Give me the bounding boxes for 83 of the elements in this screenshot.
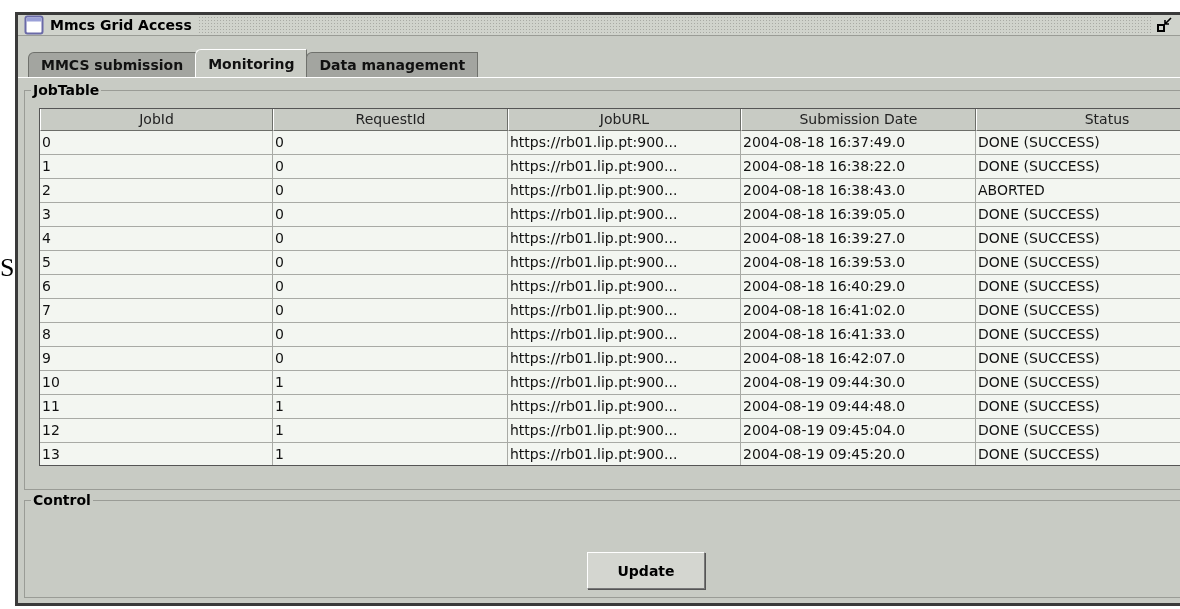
column-header[interactable]: JobURL bbox=[508, 109, 741, 131]
table-cell: 2004-08-18 16:41:33.0 bbox=[741, 323, 976, 347]
column-header[interactable]: Submission Date bbox=[741, 109, 976, 131]
table-cell: 1 bbox=[273, 419, 508, 443]
column-header[interactable]: Status bbox=[976, 109, 1180, 131]
tab[interactable]: Monitoring bbox=[195, 49, 308, 77]
table-cell: 4 bbox=[40, 227, 273, 251]
table-cell: DONE (SUCCESS) bbox=[976, 323, 1180, 347]
table-cell: 2004-08-18 16:38:43.0 bbox=[741, 179, 976, 203]
table-cell: 2004-08-19 09:45:20.0 bbox=[741, 443, 976, 465]
update-button[interactable]: Update bbox=[587, 552, 705, 589]
table-cell: 13 bbox=[40, 443, 273, 465]
table-cell: 12 bbox=[40, 419, 273, 443]
table-cell: https://rb01.lip.pt:900... bbox=[508, 299, 741, 323]
table-cell: 3 bbox=[40, 203, 273, 227]
table-cell: 8 bbox=[40, 323, 273, 347]
table-cell: ABORTED bbox=[976, 179, 1180, 203]
table-cell: https://rb01.lip.pt:900... bbox=[508, 323, 741, 347]
table-cell: 0 bbox=[273, 155, 508, 179]
table-cell: DONE (SUCCESS) bbox=[976, 251, 1180, 275]
table-cell: 1 bbox=[273, 371, 508, 395]
table-cell: 5 bbox=[40, 251, 273, 275]
table-cell: 7 bbox=[40, 299, 273, 323]
table-cell: 11 bbox=[40, 395, 273, 419]
table-cell: DONE (SUCCESS) bbox=[976, 443, 1180, 465]
table-cell: DONE (SUCCESS) bbox=[976, 395, 1180, 419]
table-cell: https://rb01.lip.pt:900... bbox=[508, 275, 741, 299]
table-cell: DONE (SUCCESS) bbox=[976, 419, 1180, 443]
table-cell: 0 bbox=[273, 179, 508, 203]
table-cell: 0 bbox=[273, 131, 508, 155]
table-cell: 2004-08-18 16:39:05.0 bbox=[741, 203, 976, 227]
tab[interactable]: MMCS submission bbox=[28, 52, 197, 77]
table-cell: https://rb01.lip.pt:900... bbox=[508, 251, 741, 275]
table-cell: 2004-08-18 16:39:53.0 bbox=[741, 251, 976, 275]
table-cell: https://rb01.lip.pt:900... bbox=[508, 419, 741, 443]
table-cell: 2004-08-18 16:39:27.0 bbox=[741, 227, 976, 251]
group-title: Control bbox=[32, 492, 92, 508]
column-header[interactable]: RequestId bbox=[273, 109, 508, 131]
table-cell: 2004-08-18 16:41:02.0 bbox=[741, 299, 976, 323]
table-cell: https://rb01.lip.pt:900... bbox=[508, 155, 741, 179]
table-cell: 1 bbox=[273, 443, 508, 465]
background-letter: S bbox=[0, 255, 15, 281]
table-cell: 1 bbox=[273, 395, 508, 419]
table-cell: DONE (SUCCESS) bbox=[976, 227, 1180, 251]
table-cell: 10 bbox=[40, 371, 273, 395]
table-cell: 0 bbox=[273, 203, 508, 227]
window-title: Mmcs Grid Access bbox=[50, 17, 192, 33]
table-cell: https://rb01.lip.pt:900... bbox=[508, 203, 741, 227]
table-cell: 2004-08-18 16:40:29.0 bbox=[741, 275, 976, 299]
tab[interactable]: Data management bbox=[306, 52, 479, 77]
table-cell: https://rb01.lip.pt:900... bbox=[508, 443, 741, 465]
column-header[interactable]: JobId bbox=[40, 109, 273, 131]
table-cell: DONE (SUCCESS) bbox=[976, 131, 1180, 155]
table-cell: https://rb01.lip.pt:900... bbox=[508, 395, 741, 419]
table-cell: 0 bbox=[273, 227, 508, 251]
table-cell: 2004-08-19 09:44:30.0 bbox=[741, 371, 976, 395]
table-cell: DONE (SUCCESS) bbox=[976, 299, 1180, 323]
table-cell: 0 bbox=[273, 251, 508, 275]
group-title: JobTable bbox=[31, 82, 101, 98]
table-cell: https://rb01.lip.pt:900... bbox=[508, 131, 741, 155]
table-cell: https://rb01.lip.pt:900... bbox=[508, 371, 741, 395]
table-cell: 1 bbox=[40, 155, 273, 179]
table-cell: 2004-08-18 16:42:07.0 bbox=[741, 347, 976, 371]
table-cell: DONE (SUCCESS) bbox=[976, 371, 1180, 395]
table-cell: DONE (SUCCESS) bbox=[976, 347, 1180, 371]
table-cell: 0 bbox=[273, 347, 508, 371]
table-cell: 0 bbox=[273, 323, 508, 347]
table-cell: 0 bbox=[273, 275, 508, 299]
table-cell: https://rb01.lip.pt:900... bbox=[508, 347, 741, 371]
table-cell: DONE (SUCCESS) bbox=[976, 155, 1180, 179]
table-cell: 2004-08-18 16:37:49.0 bbox=[741, 131, 976, 155]
table-cell: 9 bbox=[40, 347, 273, 371]
table-cell: 2004-08-19 09:44:48.0 bbox=[741, 395, 976, 419]
table-cell: 2 bbox=[40, 179, 273, 203]
table-cell: 2004-08-18 16:38:22.0 bbox=[741, 155, 976, 179]
table-cell: 0 bbox=[40, 131, 273, 155]
table-cell: https://rb01.lip.pt:900... bbox=[508, 179, 741, 203]
table-cell: https://rb01.lip.pt:900... bbox=[508, 227, 741, 251]
table-cell: 2004-08-19 09:45:04.0 bbox=[741, 419, 976, 443]
table-cell: DONE (SUCCESS) bbox=[976, 203, 1180, 227]
table-cell: 0 bbox=[273, 299, 508, 323]
table-cell: DONE (SUCCESS) bbox=[976, 275, 1180, 299]
table-cell: 6 bbox=[40, 275, 273, 299]
